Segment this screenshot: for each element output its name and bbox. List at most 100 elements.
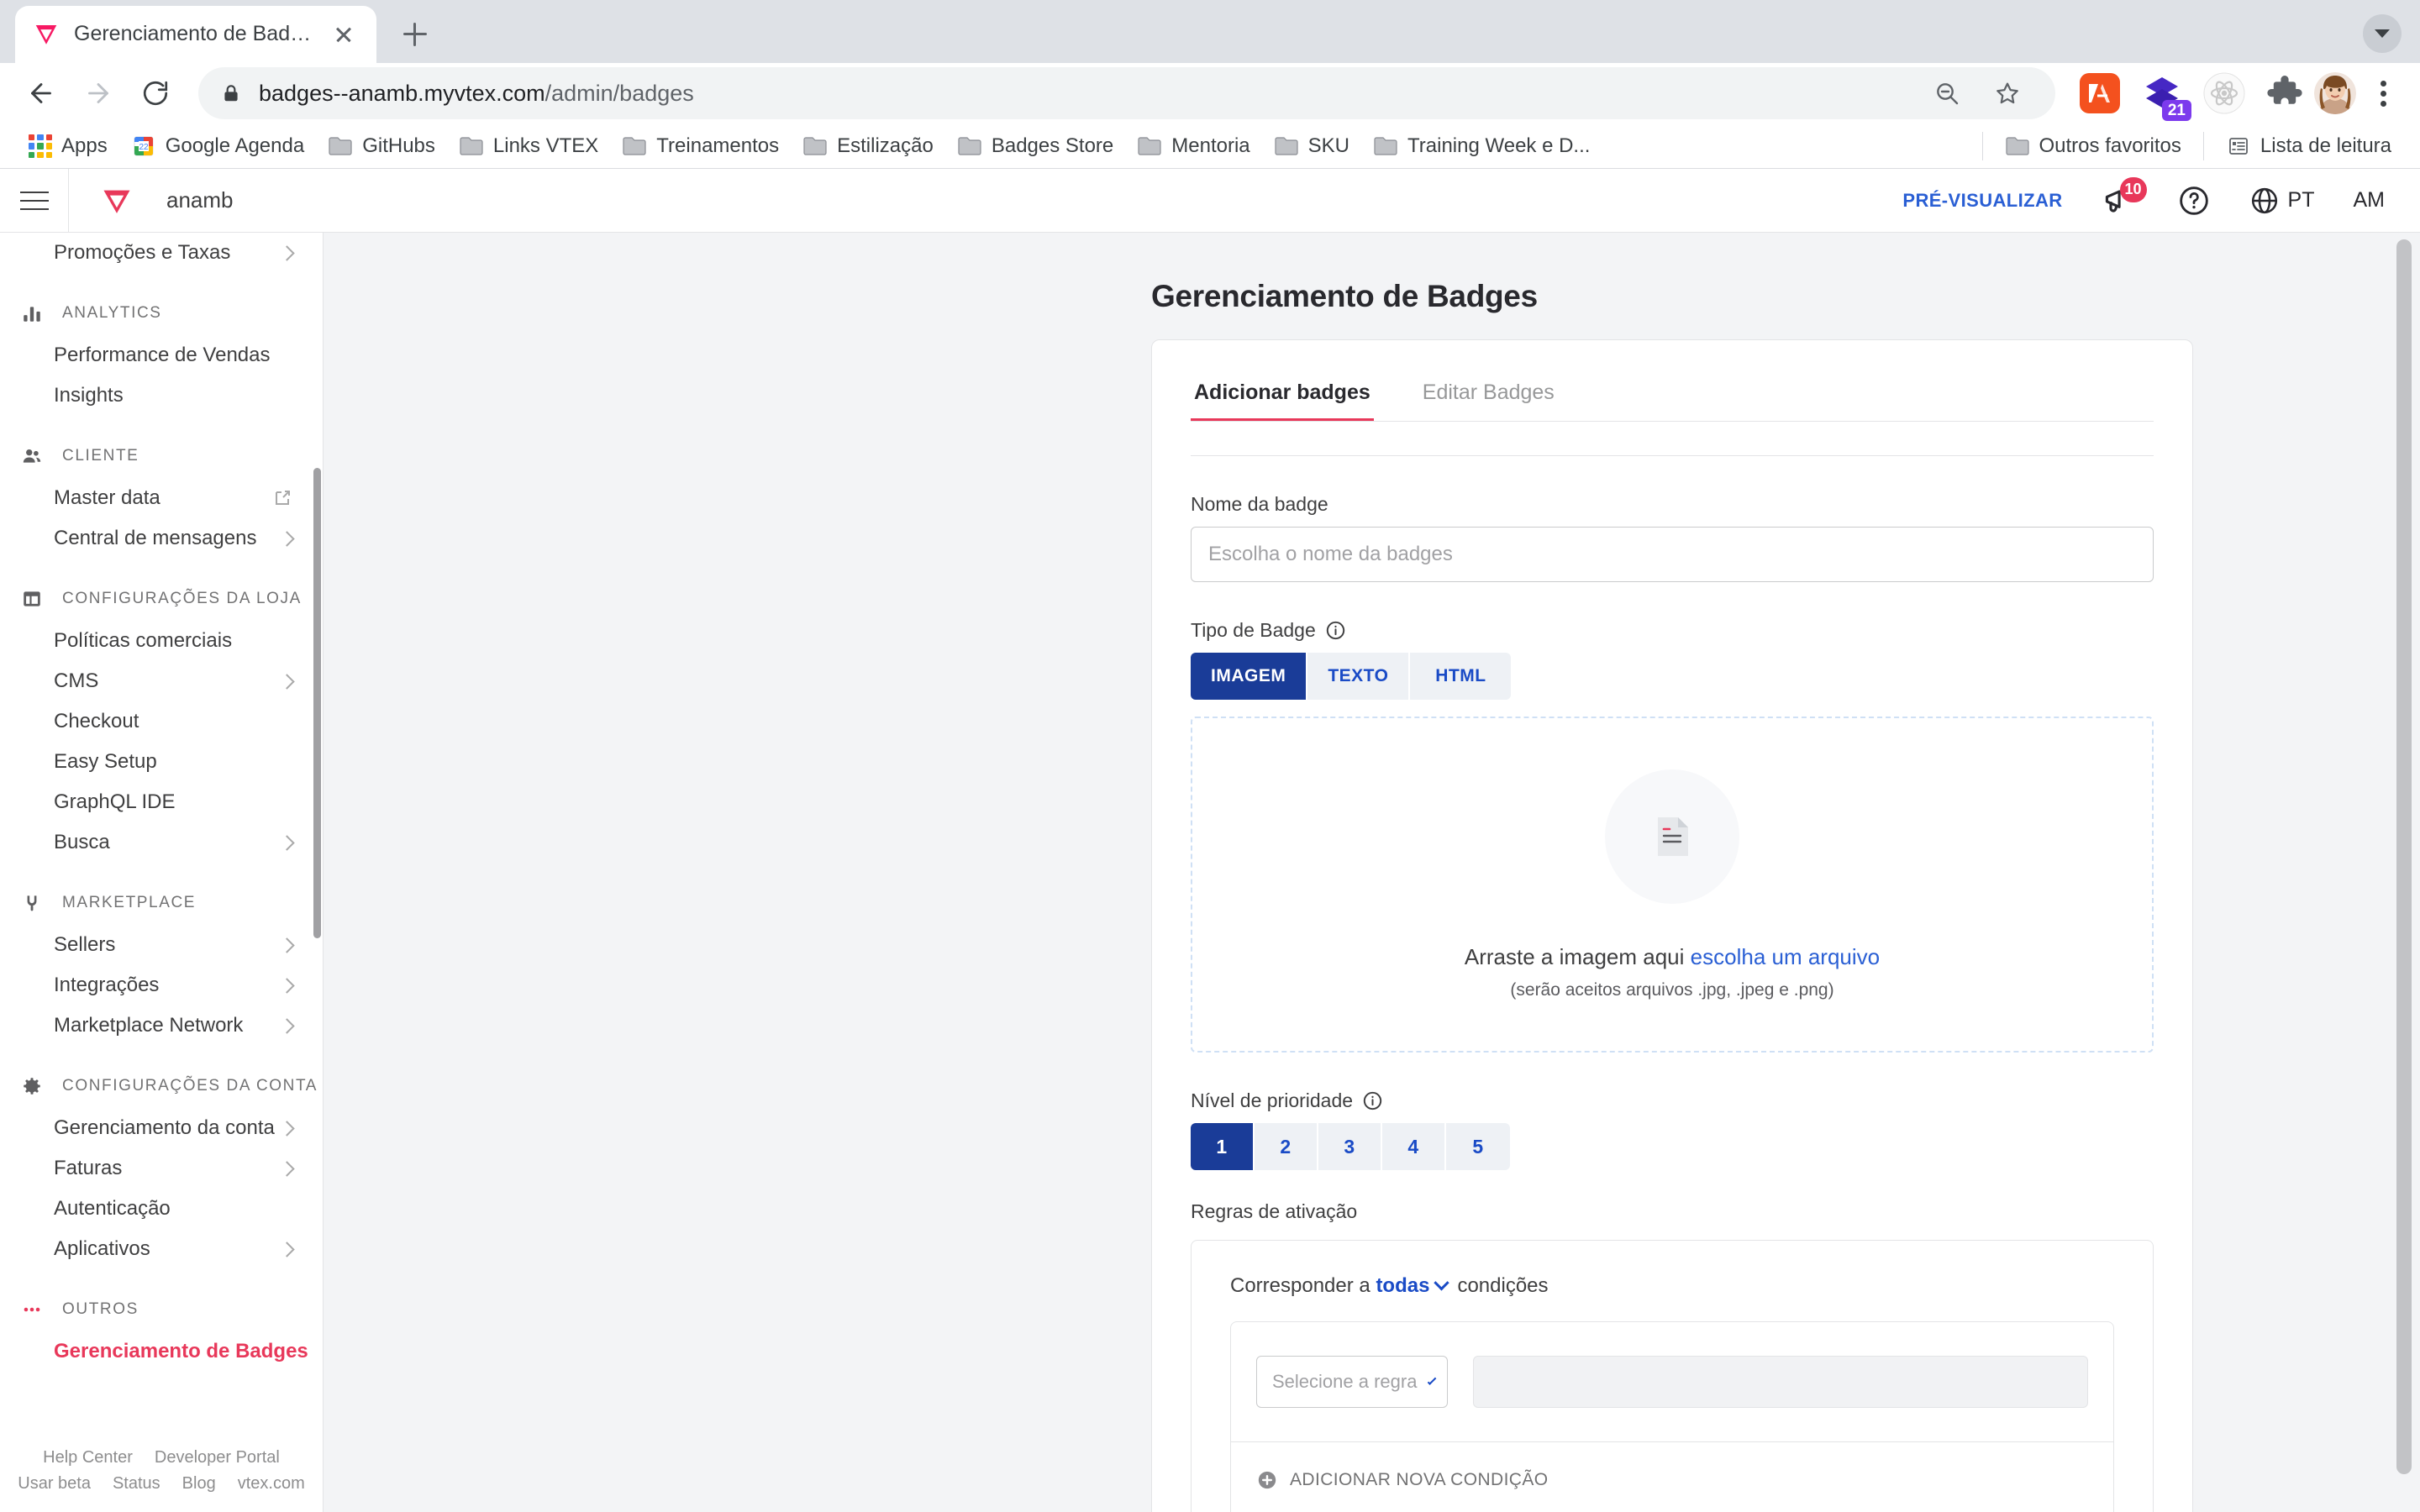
footer-link-developer-portal[interactable]: Developer Portal: [155, 1448, 280, 1467]
priority-segmented-control: 1 2 3 4 5: [1191, 1123, 1510, 1171]
sidebar-item-promocoes-e-taxas[interactable]: Promoções e Taxas: [0, 233, 323, 273]
globe-icon: [2251, 187, 2277, 213]
sidebar-item-gerenciamento-de-badges[interactable]: Gerenciamento de Badges: [0, 1331, 323, 1372]
bookmark-mentoria[interactable]: Mentoria: [1127, 129, 1260, 163]
sidebar-scrollbar[interactable]: [313, 468, 321, 939]
activation-rules-label: Regras de ativação: [1191, 1200, 1358, 1223]
sidebar-item-master-data[interactable]: Master data: [0, 478, 323, 518]
notifications-button[interactable]: 10: [2102, 176, 2147, 219]
avatar[interactable]: [2314, 72, 2356, 115]
info-circle-icon[interactable]: [1325, 620, 1346, 641]
language-selector[interactable]: PT: [2249, 186, 2315, 216]
bookmark-sku[interactable]: SKU: [1264, 129, 1360, 163]
tab-editar-badges[interactable]: Editar Badges: [1419, 372, 1558, 421]
footer-link-vtex-com[interactable]: vtex.com: [238, 1474, 305, 1494]
sidebar-item-politicas-comerciais[interactable]: Políticas comerciais: [0, 621, 323, 661]
bookmark-badges-store[interactable]: Badges Store: [947, 129, 1123, 163]
sidebar-item-integracoes[interactable]: Integrações: [0, 965, 323, 1005]
sidebar-item-marketplace-network[interactable]: Marketplace Network: [0, 1005, 323, 1046]
sidebar-item-sellers[interactable]: Sellers: [0, 925, 323, 965]
back-arrow-icon[interactable]: [15, 67, 67, 119]
priority-option-3[interactable]: 3: [1318, 1123, 1382, 1171]
rule-select[interactable]: Selecione a regra: [1256, 1356, 1448, 1409]
footer-link-blog[interactable]: Blog: [182, 1474, 216, 1494]
new-tab-icon[interactable]: [392, 11, 439, 58]
puzzle-extensions-icon[interactable]: [2264, 71, 2309, 116]
priority-option-5[interactable]: 5: [1446, 1123, 1510, 1171]
rules-match-value[interactable]: todas: [1376, 1274, 1429, 1297]
browser-tab[interactable]: Gerenciamento de Badges: [15, 5, 376, 63]
help-circle-icon[interactable]: [2177, 184, 2211, 218]
info-circle-icon[interactable]: [1362, 1090, 1383, 1111]
bookmark-githubs[interactable]: GitHubs: [318, 129, 445, 163]
hamburger-menu-icon[interactable]: [0, 168, 69, 233]
kebab-menu-icon[interactable]: [2361, 71, 2405, 115]
chevron-right-icon: [279, 1018, 295, 1034]
react-devtools-icon[interactable]: [2202, 71, 2247, 116]
bookmark-google-agenda[interactable]: 22 Google Agenda: [121, 129, 314, 163]
sidebar-item-autenticacao[interactable]: Autenticação: [0, 1189, 323, 1229]
priority-option-2[interactable]: 2: [1255, 1123, 1318, 1171]
sidebar-item-easy-setup[interactable]: Easy Setup: [0, 742, 323, 782]
dropzone-choose-file-link[interactable]: escolha um arquivo: [1691, 944, 1880, 969]
image-dropzone[interactable]: Arraste a imagem aqui escolha um arquivo…: [1191, 717, 2154, 1053]
main-scrollbar[interactable]: [2396, 239, 2412, 1475]
badge-name-input[interactable]: [1191, 527, 2154, 583]
notification-count: 10: [2119, 176, 2147, 202]
close-icon[interactable]: [329, 20, 358, 49]
vtex-io-extension-icon[interactable]: [2077, 71, 2123, 116]
sidebar-item-aplicativos[interactable]: Aplicativos: [0, 1229, 323, 1269]
address-bar[interactable]: badges--anamb.myvtex.com/admin/badges: [198, 67, 2055, 120]
document-file-icon: [1658, 816, 1688, 856]
chevron-down-icon[interactable]: [1434, 1275, 1450, 1291]
sidebar-item-label: Insights: [54, 384, 124, 407]
dropzone-icon-circle: [1605, 769, 1739, 904]
sidebar-item-insights[interactable]: Insights: [0, 375, 323, 416]
bookmark-links-vtex[interactable]: Links VTEX: [449, 129, 608, 163]
segment-label: HTML: [1435, 666, 1486, 686]
reload-icon[interactable]: [129, 67, 182, 119]
sidebar-item-gerenciamento-da-conta[interactable]: Gerenciamento da conta: [0, 1108, 323, 1148]
sidebar-item-checkout[interactable]: Checkout: [0, 701, 323, 742]
preview-link[interactable]: PRÉ-VISUALIZAR: [1902, 190, 2062, 212]
badge-type-option-html[interactable]: HTML: [1410, 653, 1512, 701]
tab-adicionar-badges[interactable]: Adicionar badges: [1191, 372, 1374, 422]
sidebar-item-graphql-ide[interactable]: GraphQL IDE: [0, 782, 323, 822]
layers-extension-icon[interactable]: 21: [2139, 71, 2191, 122]
bookmark-estilizacao[interactable]: Estilização: [792, 129, 944, 163]
footer-link-usar-beta[interactable]: Usar beta: [18, 1474, 91, 1494]
bookmark-apps[interactable]: Apps: [18, 129, 118, 163]
user-initials[interactable]: AM: [2354, 188, 2386, 213]
sidebar-item-cms[interactable]: CMS: [0, 661, 323, 701]
sidebar-item-central-de-mensagens[interactable]: Central de mensagens: [0, 518, 323, 559]
forward-arrow-icon[interactable]: [72, 67, 124, 119]
footer-link-help-center[interactable]: Help Center: [43, 1448, 133, 1467]
sidebar-item-label: Autenticação: [54, 1197, 171, 1221]
footer-link-status[interactable]: Status: [113, 1474, 160, 1494]
badge-type-option-texto[interactable]: TEXTO: [1307, 653, 1411, 701]
bookmark-treinamentos[interactable]: Treinamentos: [612, 129, 789, 163]
main-inner: Gerenciamento de Badges Adicionar badges…: [324, 233, 2420, 1512]
priority-option-1[interactable]: 1: [1191, 1123, 1255, 1171]
bookmark-training-week[interactable]: Training Week e D...: [1363, 129, 1600, 163]
main-content: Gerenciamento de Badges Adicionar badges…: [324, 233, 2420, 1512]
add-condition-button[interactable]: ADICIONAR NOVA CONDIÇÃO: [1231, 1441, 2113, 1512]
card-body: Adicionar badges Editar Badges Nome da b…: [1152, 340, 2192, 1512]
tab-label: Adicionar badges: [1194, 381, 1370, 405]
sidebar-item-label: Aplicativos: [54, 1237, 150, 1261]
zoom-out-icon[interactable]: [1921, 67, 1973, 119]
chevron-right-icon: [279, 674, 295, 690]
bookmark-lista-de-leitura[interactable]: Lista de leitura: [2216, 129, 2402, 163]
bookmark-label: Estilização: [837, 134, 934, 158]
bookmark-outros-favoritos[interactable]: Outros favoritos: [1995, 129, 2191, 163]
chevron-down-icon[interactable]: [2363, 13, 2402, 53]
sidebar-item-busca[interactable]: Busca: [0, 822, 323, 863]
badge-type-option-imagem[interactable]: IMAGEM: [1191, 653, 1308, 701]
priority-option-4[interactable]: 4: [1382, 1123, 1446, 1171]
sidebar-item-performance-de-vendas[interactable]: Performance de Vendas: [0, 335, 323, 375]
star-icon[interactable]: [1981, 67, 2033, 119]
sidebar-item-faturas[interactable]: Faturas: [0, 1148, 323, 1189]
condition-value-input[interactable]: [1473, 1356, 2088, 1409]
chevron-down-icon: [1428, 1376, 1437, 1385]
chevron-right-icon: [279, 978, 295, 994]
